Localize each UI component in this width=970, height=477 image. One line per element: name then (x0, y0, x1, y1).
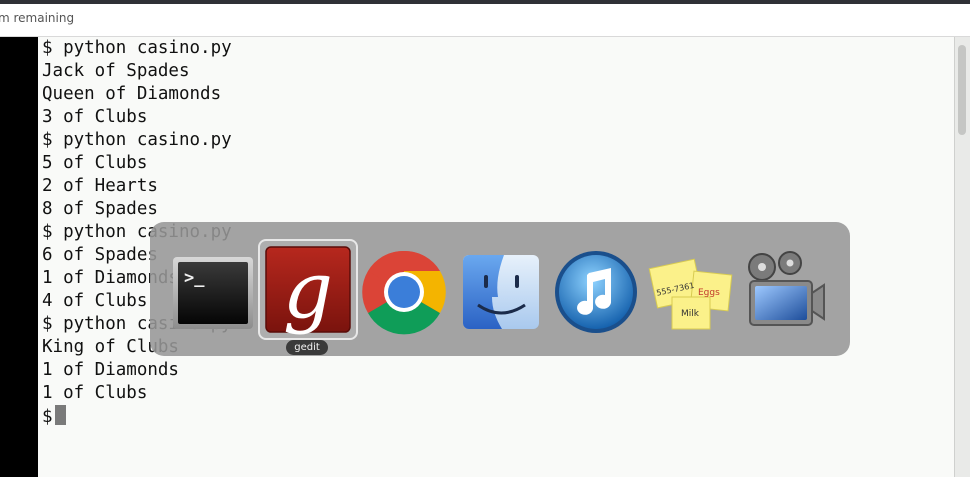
movie-icon (748, 251, 825, 326)
terminal-line: 1 of Clubs (42, 383, 148, 403)
terminal-scrollbar[interactable] (954, 37, 970, 477)
terminal-line: 3 of Clubs (42, 107, 148, 127)
switcher-app-stickies[interactable]: 555-7361 Eggs Milk (648, 249, 734, 335)
svg-text:Eggs: Eggs (698, 288, 720, 298)
notification-text: m remaining (0, 11, 75, 25)
switcher-app-chrome[interactable] (361, 249, 447, 335)
switcher-app-movie[interactable] (742, 249, 828, 335)
text-cursor (54, 405, 66, 425)
terminal-line: 8 of Spades (42, 199, 158, 219)
scrollbar-thumb[interactable] (958, 45, 966, 135)
terminal-icon: >_ (173, 257, 253, 329)
selected-app-label: gedit (286, 340, 328, 355)
left-panel (0, 37, 38, 477)
switcher-app-terminal[interactable]: >_ (170, 249, 256, 335)
terminal-prompt-line[interactable]: $ (42, 405, 66, 429)
terminal-line: 6 of Spades (42, 245, 158, 265)
terminal-line: 4 of Clubs (42, 291, 148, 311)
switcher-app-finder[interactable] (458, 249, 544, 335)
chrome-icon (362, 250, 446, 335)
terminal-icon-glyph: >_ (184, 268, 205, 288)
gedit-icon-glyph: g (283, 246, 333, 336)
svg-text:Milk: Milk (681, 309, 700, 319)
terminal-line: 2 of Hearts (42, 176, 158, 196)
terminal-line: Queen of Diamonds (42, 84, 222, 104)
terminal-line: 5 of Clubs (42, 153, 148, 173)
terminal-line: 1 of Diamonds (42, 360, 179, 380)
stickies-icon: 555-7361 Eggs Milk (648, 258, 733, 330)
terminal-line: Jack of Spades (42, 61, 190, 81)
terminal-line: $ python casino.py (42, 130, 232, 150)
terminal-line: $ python casino.py (42, 38, 232, 58)
finder-icon (463, 255, 539, 329)
gedit-icon: g (265, 246, 351, 336)
itunes-icon (555, 251, 637, 333)
switcher-app-gedit[interactable]: g (258, 239, 358, 340)
switcher-app-itunes[interactable] (553, 249, 639, 335)
notification-bar: m remaining (0, 4, 970, 37)
app-switcher: >_ g 555-7361 Eggs Milk gedit (150, 222, 850, 356)
terminal-prompt: $ (42, 407, 53, 427)
